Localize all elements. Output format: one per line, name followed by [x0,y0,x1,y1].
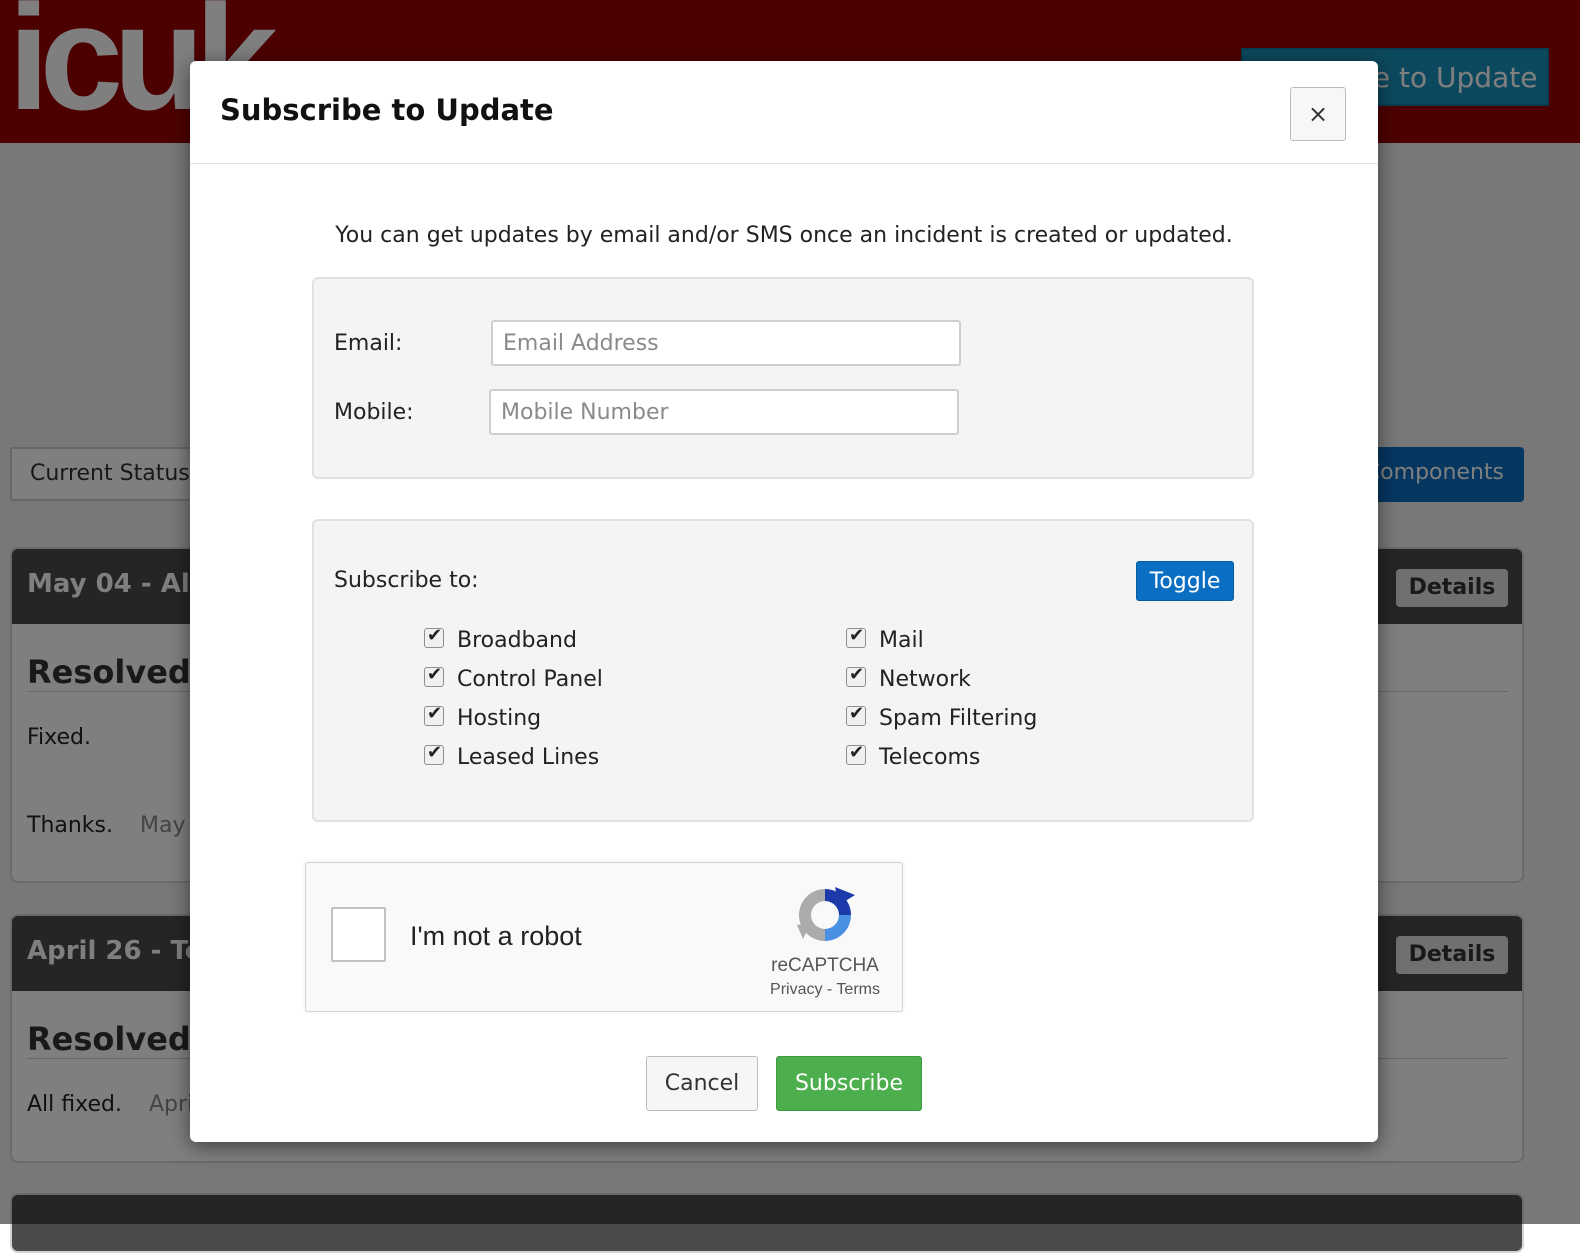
subscribe-modal: Subscribe to Update × You can get update… [190,61,1378,1142]
checkbox-leased-lines[interactable]: Leased Lines [424,742,600,770]
checkbox-checked-icon[interactable] [424,742,444,765]
email-label: Email: [334,331,403,356]
mobile-input[interactable] [489,389,959,435]
close-icon: × [1307,100,1329,128]
toggle-button[interactable]: Toggle [1136,561,1234,601]
components-panel: Subscribe to: Toggle Broadband Control P… [312,519,1254,822]
subscribe-to-label: Subscribe to: [334,568,479,593]
checkbox-checked-icon[interactable] [846,742,866,765]
checkbox-spam-filtering[interactable]: Spam Filtering [846,703,1038,731]
recaptcha-checkbox[interactable] [331,907,386,962]
checkbox-broadband[interactable]: Broadband [424,625,577,653]
checkbox-label: Mail [879,628,924,653]
recaptcha-brand: reCAPTCHA [771,955,879,976]
checkbox-hosting[interactable]: Hosting [424,703,542,731]
checkbox-control-panel[interactable]: Control Panel [424,664,603,692]
mobile-label: Mobile: [334,400,414,425]
recaptcha-privacy-terms-link[interactable]: Privacy - Terms [726,981,924,999]
checkbox-label: Network [879,667,971,692]
checkbox-network[interactable]: Network [846,664,971,692]
checkbox-checked-icon[interactable] [846,703,866,726]
checkbox-label: Hosting [457,706,542,731]
modal-title: Subscribe to Update [220,93,554,127]
modal-header-divider [190,163,1378,164]
email-input[interactable] [491,320,961,366]
cancel-button[interactable]: Cancel [646,1056,758,1111]
checkbox-label: Broadband [457,628,577,653]
close-button[interactable]: × [1290,87,1346,141]
checkbox-checked-icon[interactable] [424,664,444,687]
intro-text: You can get updates by email and/or SMS … [335,223,1233,248]
recaptcha-logo-icon [797,887,855,941]
checkbox-checked-icon[interactable] [424,703,444,726]
checkbox-checked-icon[interactable] [424,625,444,648]
checkbox-mail[interactable]: Mail [846,625,924,653]
checkbox-telecoms[interactable]: Telecoms [846,742,981,770]
subscribe-button[interactable]: Subscribe [776,1056,922,1111]
contact-panel: Email: Mobile: [312,277,1254,479]
checkbox-label: Leased Lines [457,745,600,770]
checkbox-checked-icon[interactable] [846,664,866,687]
checkbox-label: Telecoms [879,745,981,770]
recaptcha-widget: I'm not a robot reCAPTCHA Privacy - Term… [305,862,903,1012]
checkbox-checked-icon[interactable] [846,625,866,648]
checkbox-label: Spam Filtering [879,706,1038,731]
recaptcha-label: I'm not a robot [410,921,582,951]
checkbox-label: Control Panel [457,667,603,692]
